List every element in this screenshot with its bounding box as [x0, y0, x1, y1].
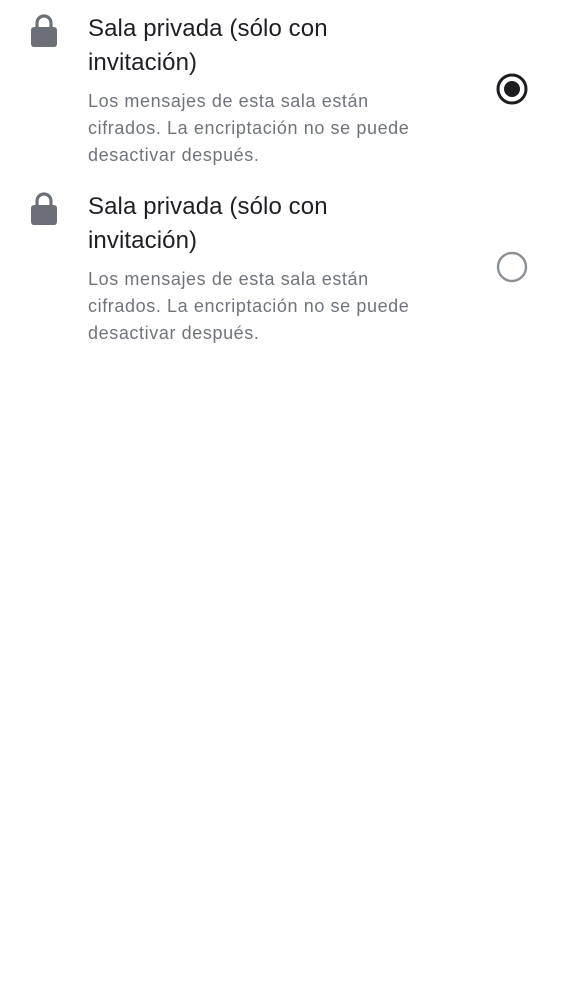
radio-unselected-icon[interactable] [496, 251, 528, 283]
room-option-private-1[interactable]: Sala privada (sólo con invitación) Los m… [0, 0, 562, 178]
option-title: Sala privada (sólo con invitación) [88, 193, 328, 254]
option-title: Sala privada (sólo con invitación) [88, 15, 328, 76]
room-option-private-2[interactable]: Sala privada (sólo con invitación) Los m… [0, 178, 562, 356]
radio-selected-icon[interactable] [496, 73, 528, 105]
lock-icon [30, 191, 58, 225]
option-description: Los mensajes de esta sala están cifrados… [88, 91, 410, 165]
option-texts: Sala privada (sólo con invitación) Los m… [88, 12, 438, 169]
option-description: Los mensajes de esta sala están cifrados… [88, 269, 410, 343]
lock-icon [30, 13, 58, 47]
option-texts: Sala privada (sólo con invitación) Los m… [88, 190, 438, 347]
